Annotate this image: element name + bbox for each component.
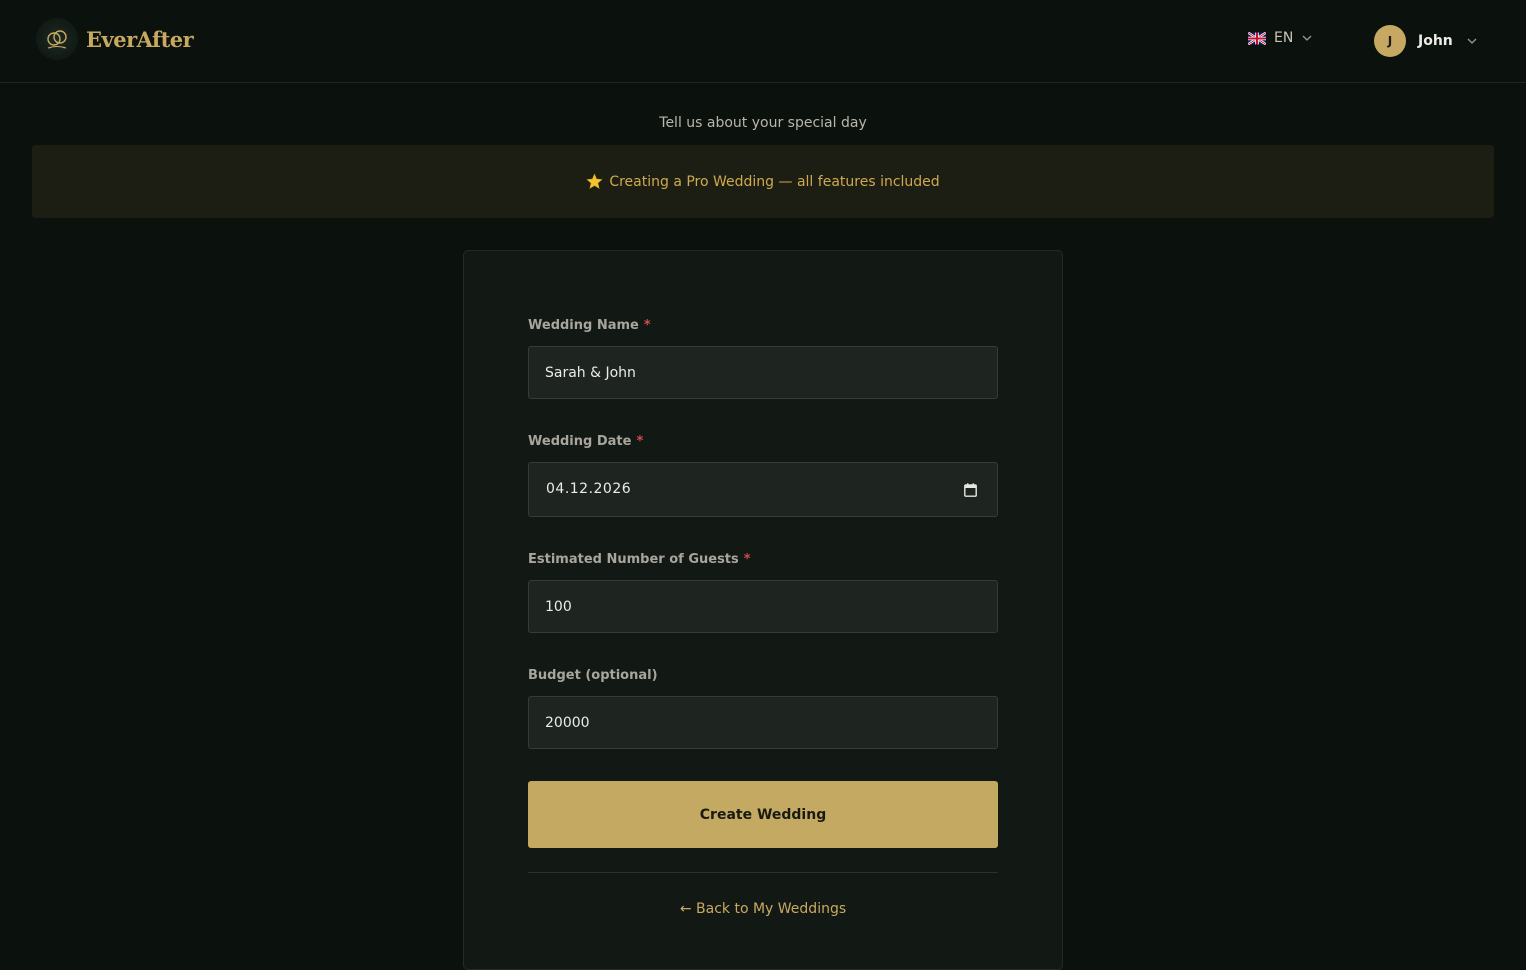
user-menu[interactable]: J John: [1374, 25, 1477, 57]
brand-logo[interactable]: EverAfter: [36, 18, 194, 60]
divider: [528, 872, 998, 873]
language-code: EN: [1274, 30, 1294, 46]
guests-input[interactable]: [528, 580, 998, 633]
budget-input[interactable]: [528, 696, 998, 749]
star-icon: [586, 173, 603, 189]
wedding-name-input[interactable]: [528, 346, 998, 399]
avatar: J: [1374, 25, 1406, 57]
chevron-down-icon: [1467, 38, 1477, 44]
calendar-icon[interactable]: [964, 483, 977, 497]
uk-flag-icon: [1248, 31, 1266, 45]
banner-text: Creating a Pro Wedding — all features in…: [609, 173, 940, 190]
wedding-date-value: 04.12.2026: [546, 481, 632, 497]
required-mark: *: [636, 434, 644, 449]
logo-rings-icon: [36, 18, 78, 60]
user-name: John: [1418, 33, 1453, 49]
wedding-date-input[interactable]: 04.12.2026: [528, 462, 998, 517]
brand-name: EverAfter: [86, 26, 194, 52]
pro-wedding-banner: Creating a Pro Wedding — all features in…: [32, 145, 1494, 218]
create-wedding-button[interactable]: Create Wedding: [528, 781, 998, 848]
chevron-down-icon: [1302, 35, 1312, 41]
guests-label: Estimated Number of Guests *: [528, 552, 751, 567]
page-subtitle: Tell us about your special day: [659, 115, 867, 131]
budget-label: Budget (optional): [528, 668, 658, 683]
wedding-name-label: Wedding Name *: [528, 318, 651, 333]
language-selector[interactable]: EN: [1248, 30, 1312, 46]
back-to-weddings-link[interactable]: ← Back to My Weddings: [528, 901, 998, 917]
required-mark: *: [743, 552, 751, 567]
top-header: EverAfter EN J John: [0, 0, 1526, 83]
required-mark: *: [643, 318, 651, 333]
wedding-date-label: Wedding Date *: [528, 434, 644, 449]
